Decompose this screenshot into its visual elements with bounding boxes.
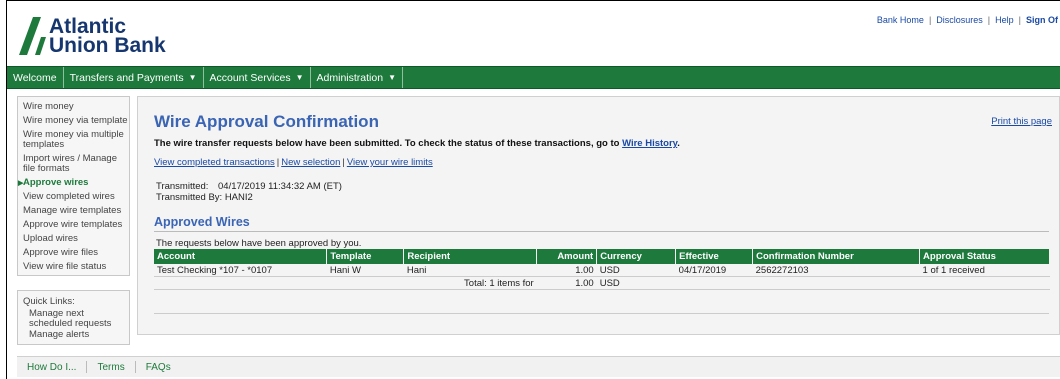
sidebar-item-approve-wires-label: Approve wires	[23, 177, 89, 188]
total-empty	[919, 276, 1050, 290]
quick-links-title: Quick Links:	[23, 296, 75, 307]
approved-wires-heading: Approved Wires	[154, 215, 250, 229]
cell-confirmation: 2562272103	[752, 264, 920, 277]
cell-recipient: Hani	[403, 264, 537, 277]
col-header-effective[interactable]: Effective	[675, 249, 754, 264]
logo-mark-icon	[19, 17, 46, 55]
active-arrow-icon: ▶	[18, 180, 24, 187]
sidebar-item-approve-wire-templates[interactable]: Approve wire templates	[23, 220, 129, 230]
submission-info: The wire transfer requests below have be…	[154, 138, 680, 149]
col-header-status[interactable]: Approval Status	[919, 249, 1050, 264]
footer: How Do I... Terms FAQs	[17, 356, 1060, 377]
sidebar-item-wire-via-template[interactable]: Wire money via template	[23, 116, 129, 126]
approved-note: The requests below have been approved by…	[156, 238, 362, 249]
nav-administration[interactable]: Administration ▼	[311, 67, 403, 88]
sidebar-item-view-wire-file-status[interactable]: View wire file status	[23, 262, 129, 272]
col-header-account[interactable]: Account	[154, 249, 328, 264]
transmitted-row: Transmitted: 04/17/2019 11:34:32 AM (ET)	[156, 181, 342, 192]
quick-link-manage-alerts[interactable]: Manage alerts	[29, 330, 129, 340]
table-header-row: Account Template Recipient Amount Curren…	[154, 249, 1050, 264]
transmitted-by-label: Transmitted By:	[156, 192, 223, 203]
total-row: Total: 1 items for 1.00 USD	[154, 276, 1050, 290]
submission-info-end: .	[677, 138, 680, 149]
view-wire-limits-link[interactable]: View your wire limits	[347, 157, 433, 168]
caret-down-icon: ▼	[295, 73, 304, 82]
footer-how-do-i-link[interactable]: How Do I...	[17, 362, 86, 373]
col-header-confirmation[interactable]: Confirmation Number	[752, 249, 921, 264]
total-amount: 1.00	[536, 276, 597, 290]
logo-line-2: Union Bank	[49, 34, 166, 57]
caret-down-icon: ▼	[388, 73, 396, 82]
transmitted-by-value: HANI2	[224, 192, 253, 203]
wire-sidebar: Wire money Wire money via template Wire …	[17, 96, 130, 276]
main-nav: Welcome Transfers and Payments ▼ Account …	[7, 66, 1060, 89]
divider: |	[342, 157, 345, 168]
approved-wires-table: Account Template Recipient Amount Curren…	[154, 249, 1050, 290]
view-completed-transactions-link[interactable]: View completed transactions	[154, 157, 275, 168]
nav-transfers-label: Transfers and Payments	[69, 71, 184, 84]
cell-effective: 04/17/2019	[675, 264, 753, 277]
sidebar-item-import-wires[interactable]: Import wires / Manage file formats	[23, 154, 129, 174]
total-empty	[154, 276, 327, 290]
page-frame: Atlantic Union Bank Bank Home | Disclosure…	[6, 0, 1060, 379]
sidebar-item-manage-wire-templates[interactable]: Manage wire templates	[23, 206, 129, 216]
new-selection-link[interactable]: New selection	[281, 157, 340, 168]
bottom-divider	[154, 313, 1049, 314]
total-label: Total: 1 items for	[403, 276, 537, 290]
sidebar-item-approve-wires[interactable]: ▶ Approve wires	[18, 177, 129, 188]
table-row: Test Checking *107 - *0107 Hani W Hani 1…	[154, 264, 1050, 277]
nav-welcome-label: Welcome	[13, 71, 57, 84]
logo-text: Atlantic Union Bank	[49, 16, 166, 57]
quick-link-manage-next-scheduled[interactable]: Manage next scheduled requests	[29, 309, 129, 329]
transmission-details: Transmitted: 04/17/2019 11:34:32 AM (ET) …	[156, 181, 342, 203]
total-empty	[326, 276, 404, 290]
bank-logo[interactable]: Atlantic Union Bank	[19, 16, 166, 57]
page-title: Wire Approval Confirmation	[154, 112, 379, 131]
transmitted-label: Transmitted:	[156, 181, 209, 192]
section-divider	[154, 231, 1049, 232]
sidebar-item-wire-multiple-templates[interactable]: Wire money via multiple templates	[23, 130, 129, 150]
total-currency: USD	[596, 276, 676, 290]
cell-currency: USD	[596, 264, 676, 277]
sidebar-item-approve-wire-files[interactable]: Approve wire files	[23, 248, 129, 258]
total-empty	[675, 276, 753, 290]
help-link[interactable]: Help	[995, 15, 1014, 25]
footer-faqs-link[interactable]: FAQs	[136, 362, 181, 373]
print-page-link[interactable]: Print this page	[991, 116, 1052, 127]
cell-account: Test Checking *107 - *0107	[154, 264, 327, 277]
nav-transfers-and-payments[interactable]: Transfers and Payments ▼	[64, 67, 204, 88]
transmitted-value: 04/17/2019 11:34:32 AM (ET)	[218, 181, 342, 192]
disclosures-link[interactable]: Disclosures	[936, 15, 983, 25]
sidebar-item-view-completed-wires[interactable]: View completed wires	[23, 192, 129, 202]
quick-links-panel: Quick Links: Manage next scheduled reque…	[17, 290, 130, 345]
bank-home-link[interactable]: Bank Home	[877, 15, 924, 25]
cell-status: 1 of 1 received	[919, 264, 1050, 277]
divider: |	[276, 157, 280, 168]
nav-account-services[interactable]: Account Services ▼	[204, 67, 311, 88]
sign-off-link[interactable]: Sign Of	[1026, 15, 1058, 25]
divider: |	[987, 15, 991, 25]
caret-down-icon: ▼	[188, 73, 197, 82]
sidebar-item-upload-wires[interactable]: Upload wires	[23, 234, 129, 244]
nav-administration-label: Administration	[316, 71, 384, 84]
cell-template: Hani W	[326, 264, 404, 277]
action-links: View completed transactions | New selectio…	[154, 157, 433, 168]
transmitted-by-row: Transmitted By: HANI2	[156, 192, 342, 203]
submission-info-text: The wire transfer requests below have be…	[154, 138, 623, 149]
wire-history-link[interactable]: Wire History	[622, 138, 677, 149]
cell-amount: 1.00	[536, 264, 597, 277]
total-empty	[752, 276, 920, 290]
col-header-currency[interactable]: Currency	[596, 249, 677, 264]
footer-terms-link[interactable]: Terms	[87, 362, 134, 373]
col-header-recipient[interactable]: Recipient	[403, 249, 538, 264]
sidebar-item-wire-money[interactable]: Wire money	[23, 102, 129, 112]
utility-links: Bank Home | Disclosures | Help | Sign Of	[877, 15, 1058, 25]
main-content: Wire Approval Confirmation Print this pa…	[137, 96, 1060, 335]
nav-welcome[interactable]: Welcome	[7, 67, 64, 88]
divider: |	[928, 15, 932, 25]
col-header-template[interactable]: Template	[326, 249, 405, 264]
divider: |	[1018, 15, 1021, 25]
col-header-amount[interactable]: Amount	[536, 249, 598, 264]
nav-account-services-label: Account Services	[209, 71, 291, 84]
